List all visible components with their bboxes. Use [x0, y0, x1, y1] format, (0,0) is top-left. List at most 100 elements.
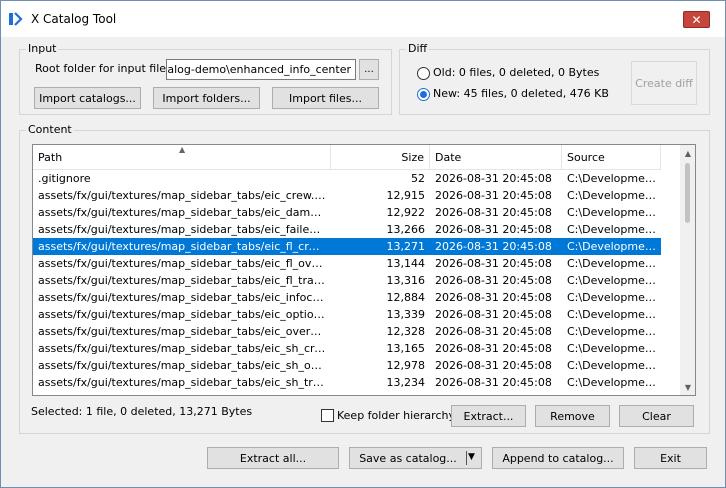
table-cell-path: assets/fx/gui/textures/map_sidebar_tabs/…: [38, 274, 331, 287]
table-cell-path: assets/fx/gui/textures/map_sidebar_tabs/…: [38, 359, 331, 372]
table-row[interactable]: assets/fx/gui/textures/map_sidebar_tabs/…: [33, 323, 661, 340]
table-cell-date: 2026-08-31 20:45:08: [435, 359, 552, 372]
save-dropdown-divider: [466, 451, 467, 465]
table-cell-size: 12,328: [386, 325, 426, 338]
table-cell-date: 2026-08-31 20:45:08: [435, 206, 552, 219]
table-cell-date: 2026-08-31 20:45:08: [435, 257, 552, 270]
scroll-thumb[interactable]: [685, 163, 690, 223]
table-cell-size: 13,271: [386, 240, 426, 253]
table-cell-date: 2026-08-31 20:45:08: [435, 240, 552, 253]
table-cell-size: 52: [411, 172, 425, 185]
table-cell-date: 2026-08-31 20:45:08: [435, 291, 552, 304]
new-radio[interactable]: [417, 88, 430, 101]
table-cell-path: assets/fx/gui/textures/map_sidebar_tabs/…: [38, 189, 328, 202]
table-cell-source: C:\Developmen...: [567, 240, 661, 253]
table-cell-path: .gitignore: [38, 172, 91, 185]
table-row[interactable]: assets/fx/gui/textures/map_sidebar_tabs/…: [33, 374, 661, 391]
table-cell-source: C:\Developmen...: [567, 257, 661, 270]
old-radio[interactable]: [417, 67, 430, 80]
column-header-date[interactable]: Date: [430, 145, 562, 170]
sort-ascending-icon: ▲: [179, 145, 186, 154]
table-cell-size: 13,266: [386, 223, 426, 236]
title-bar[interactable]: X Catalog Tool ✕: [1, 1, 725, 37]
scroll-up-icon[interactable]: ▲: [680, 145, 695, 161]
table-cell-source: C:\Developmen...: [567, 172, 661, 185]
table-row[interactable]: assets/fx/gui/textures/map_sidebar_tabs/…: [33, 187, 661, 204]
table-row[interactable]: assets/fx/gui/textures/map_sidebar_tabs/…: [33, 289, 661, 306]
vertical-scrollbar[interactable]: ▲ ▼: [680, 145, 695, 395]
content-group-legend: Content: [26, 123, 74, 137]
exit-button[interactable]: Exit: [634, 447, 707, 469]
table-cell-source: C:\Developmen...: [567, 342, 661, 355]
extract-all-button[interactable]: Extract all...: [207, 447, 339, 469]
diff-group-legend: Diff: [406, 42, 430, 56]
table-cell-date: 2026-08-31 20:45:08: [435, 223, 552, 236]
root-folder-input[interactable]: \catalog-demo\enhanced_info_center: [166, 59, 356, 80]
table-cell-source: C:\Developmen...: [567, 325, 661, 338]
new-radio-label[interactable]: New: 45 files, 0 deleted, 476 KB: [433, 87, 609, 101]
table-header: Path ▲ Size Date Source: [33, 145, 661, 170]
table-row[interactable]: assets/fx/gui/textures/map_sidebar_tabs/…: [33, 340, 661, 357]
close-button[interactable]: ✕: [683, 11, 710, 28]
table-cell-path: assets/fx/gui/textures/map_sidebar_tabs/…: [38, 376, 331, 389]
table-row[interactable]: assets/fx/gui/textures/map_sidebar_tabs/…: [33, 357, 661, 374]
import-files-button[interactable]: Import files...: [272, 87, 379, 109]
import-folders-button[interactable]: Import folders...: [153, 87, 260, 109]
clear-button[interactable]: Clear: [619, 405, 694, 427]
table-cell-size: 12,884: [386, 291, 426, 304]
keep-hierarchy-checkbox[interactable]: [321, 409, 334, 422]
table-row[interactable]: assets/fx/gui/textures/map_sidebar_tabs/…: [33, 272, 661, 289]
root-folder-value: \catalog-demo\enhanced_info_center: [166, 63, 351, 76]
column-header-size[interactable]: Size: [331, 145, 430, 170]
table-cell-date: 2026-08-31 20:45:08: [435, 376, 552, 389]
old-radio-label[interactable]: Old: 0 files, 0 deleted, 0 Bytes: [433, 66, 599, 80]
app-window: X Catalog Tool ✕ Input Root folder for i…: [0, 0, 726, 488]
table-row[interactable]: assets/fx/gui/textures/map_sidebar_tabs/…: [33, 255, 661, 272]
input-group-legend: Input: [26, 42, 59, 56]
save-as-catalog-label: Save as catalog...: [359, 451, 457, 465]
extract-button[interactable]: Extract...: [451, 405, 526, 427]
selection-status: Selected: 1 file, 0 deleted, 13,271 Byte…: [31, 405, 253, 418]
table-row[interactable]: assets/fx/gui/textures/map_sidebar_tabs/…: [33, 204, 661, 221]
app-logo-icon: [9, 12, 23, 26]
table-cell-size: 13,234: [386, 376, 426, 389]
table-cell-size: 13,339: [386, 308, 426, 321]
table-cell-size: 12,915: [386, 189, 426, 202]
table-cell-path: assets/fx/gui/textures/map_sidebar_tabs/…: [38, 240, 331, 253]
table-cell-source: C:\Developmen...: [567, 189, 661, 202]
table-cell-source: C:\Developmen...: [567, 308, 661, 321]
table-row[interactable]: assets/fx/gui/textures/map_sidebar_tabs/…: [33, 238, 661, 255]
table-cell-date: 2026-08-31 20:45:08: [435, 274, 552, 287]
table-cell-size: 13,316: [386, 274, 426, 287]
save-dropdown-chevron-icon[interactable]: ▼: [468, 452, 475, 462]
import-catalogs-button[interactable]: Import catalogs...: [34, 87, 141, 109]
table-cell-source: C:\Developmen...: [567, 291, 661, 304]
column-header-source[interactable]: Source: [562, 145, 661, 170]
table-cell-date: 2026-08-31 20:45:08: [435, 342, 552, 355]
keep-hierarchy-label[interactable]: Keep folder hierarchy: [337, 409, 455, 423]
browse-button[interactable]: ...: [359, 59, 379, 80]
table-cell-source: C:\Developmen...: [567, 223, 661, 236]
scroll-down-icon[interactable]: ▼: [680, 379, 695, 395]
table-cell-path: assets/fx/gui/textures/map_sidebar_tabs/…: [38, 325, 331, 338]
table-cell-path: assets/fx/gui/textures/map_sidebar_tabs/…: [38, 223, 331, 236]
table-row[interactable]: assets/fx/gui/textures/map_sidebar_tabs/…: [33, 221, 661, 238]
table-cell-size: 12,922: [386, 206, 426, 219]
close-icon: ✕: [691, 12, 702, 27]
content-table[interactable]: Path ▲ Size Date Source .gitignore 52 2026…: [32, 144, 696, 396]
table-cell-source: C:\Developmen...: [567, 206, 661, 219]
remove-button[interactable]: Remove: [535, 405, 610, 427]
table-cell-date: 2026-08-31 20:45:08: [435, 325, 552, 338]
root-folder-label: Root folder for input files:: [35, 62, 176, 75]
table-cell-path: assets/fx/gui/textures/map_sidebar_tabs/…: [38, 308, 331, 321]
append-to-catalog-button[interactable]: Append to catalog...: [492, 447, 624, 469]
table-cell-source: C:\Developmen...: [567, 274, 661, 287]
table-row[interactable]: assets/fx/gui/textures/map_sidebar_tabs/…: [33, 306, 661, 323]
table-cell-path: assets/fx/gui/textures/map_sidebar_tabs/…: [38, 342, 331, 355]
save-as-catalog-button[interactable]: Save as catalog... ▼: [349, 447, 482, 469]
window-title: X Catalog Tool: [31, 12, 117, 26]
create-diff-button[interactable]: Create diff: [631, 61, 697, 105]
table-cell-size: 12,978: [386, 359, 426, 372]
table-cell-date: 2026-08-31 20:45:08: [435, 189, 552, 202]
table-row[interactable]: .gitignore 52 2026-08-31 20:45:08 C:\Develo…: [33, 170, 661, 187]
